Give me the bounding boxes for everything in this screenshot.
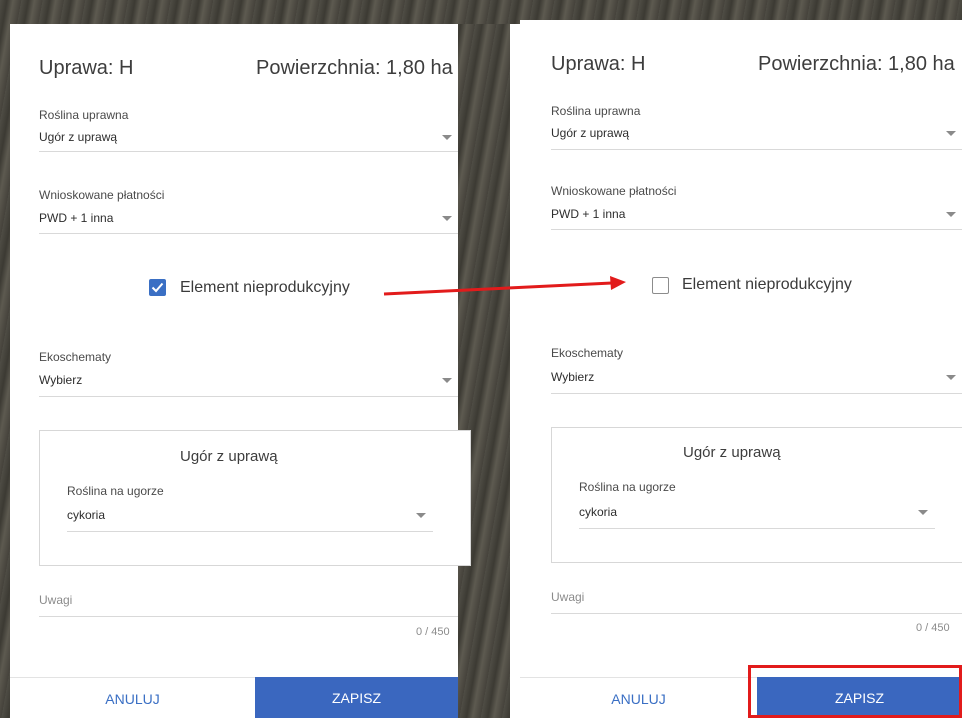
save-button[interactable]: ZAPISZ	[255, 677, 458, 718]
payments-field-underline	[39, 233, 458, 234]
area-label: Powierzchnia: 1,80 ha	[758, 53, 955, 75]
fallow-section-title: Ugór z uprawą	[683, 444, 781, 461]
dropdown-caret-icon[interactable]	[918, 510, 928, 515]
crop-select[interactable]: Ugór z uprawą	[39, 130, 117, 144]
dropdown-caret-icon[interactable]	[442, 135, 452, 140]
fallow-plant-label: Roślina na ugorze	[579, 480, 676, 494]
area-label: Powierzchnia: 1,80 ha	[256, 57, 453, 79]
dialog-title: Uprawa: H	[39, 57, 134, 79]
ecoschemes-field-label: Ekoschematy	[39, 350, 112, 364]
payments-field-label: Wnioskowane płatności	[39, 188, 165, 202]
dropdown-caret-icon[interactable]	[946, 375, 956, 380]
notes-counter: 0 / 450	[416, 626, 450, 638]
crop-field-underline	[551, 149, 962, 150]
nonproductive-checkbox-label[interactable]: Element nieprodukcyjny	[180, 279, 350, 297]
dropdown-caret-icon[interactable]	[442, 378, 452, 383]
dropdown-caret-icon[interactable]	[442, 216, 452, 221]
fallow-plant-underline	[579, 528, 935, 529]
payments-select[interactable]: PWD + 1 inna	[551, 207, 625, 221]
notes-field-underline	[39, 616, 458, 617]
nonproductive-checkbox-label[interactable]: Element nieprodukcyjny	[682, 276, 852, 294]
notes-field-underline	[551, 613, 962, 614]
right-dialog: Uprawa: H Powierzchnia: 1,80 ha Roślina …	[520, 20, 962, 719]
payments-field-label: Wnioskowane płatności	[551, 184, 677, 198]
save-button-highlight	[748, 665, 962, 718]
background-strip-middle	[458, 0, 510, 718]
dropdown-caret-icon[interactable]	[946, 212, 956, 217]
crop-field-label: Roślina uprawna	[39, 108, 129, 122]
dropdown-caret-icon[interactable]	[416, 513, 426, 518]
payments-field-underline	[551, 229, 962, 230]
checkbox-empty-icon[interactable]	[652, 277, 669, 294]
payments-select[interactable]: PWD + 1 inna	[39, 211, 113, 225]
crop-field-underline	[39, 151, 458, 152]
fallow-section-title: Ugór z uprawą	[180, 448, 278, 465]
crop-field-label: Roślina uprawna	[551, 104, 641, 118]
cancel-button[interactable]: ANULUJ	[10, 677, 255, 719]
checkbox-checked-icon[interactable]	[149, 279, 166, 296]
cancel-button[interactable]: ANULUJ	[520, 677, 757, 719]
fallow-plant-underline	[67, 531, 433, 532]
ecoschemes-field-underline	[551, 393, 962, 394]
dialog-title: Uprawa: H	[551, 53, 646, 75]
fallow-plant-select[interactable]: cykoria	[579, 505, 617, 519]
left-dialog: Uprawa: H Powierzchnia: 1,80 ha Roślina …	[10, 24, 471, 719]
notes-field[interactable]: Uwagi	[551, 590, 584, 604]
crop-select[interactable]: Ugór z uprawą	[551, 126, 629, 140]
notes-field[interactable]: Uwagi	[39, 593, 72, 607]
fallow-plant-label: Roślina na ugorze	[67, 484, 164, 498]
ecoschemes-field-underline	[39, 396, 458, 397]
ecoschemes-select[interactable]: Wybierz	[39, 373, 82, 387]
ecoschemes-select[interactable]: Wybierz	[551, 370, 594, 384]
notes-counter: 0 / 450	[916, 622, 950, 634]
fallow-plant-select[interactable]: cykoria	[67, 508, 105, 522]
dropdown-caret-icon[interactable]	[946, 131, 956, 136]
ecoschemes-field-label: Ekoschematy	[551, 346, 624, 360]
